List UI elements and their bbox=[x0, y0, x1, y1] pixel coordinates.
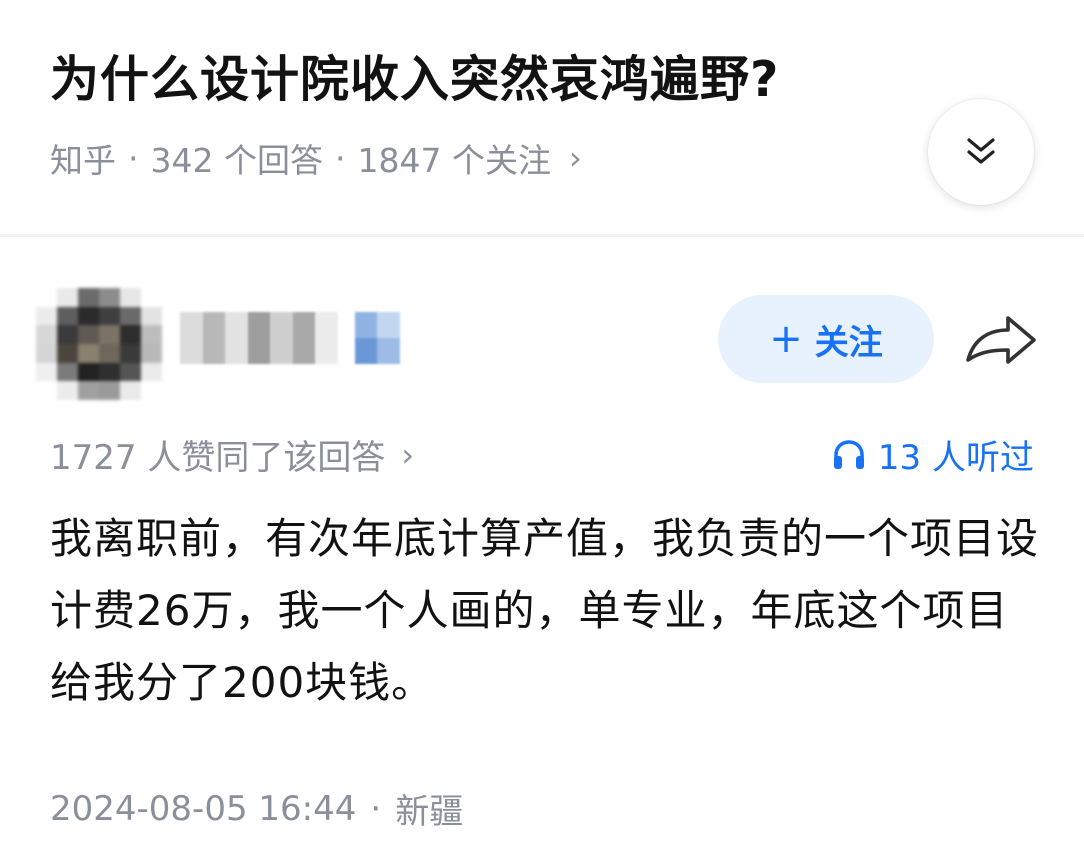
source-label: 知乎 bbox=[50, 141, 116, 180]
expand-button[interactable] bbox=[928, 99, 1034, 205]
headphones-icon bbox=[833, 439, 864, 469]
header-divider bbox=[0, 234, 1084, 237]
follow-button[interactable]: + 关注 bbox=[718, 295, 934, 383]
listen-summary[interactable]: 13 人听过 bbox=[832, 430, 1034, 479]
plus-icon: + bbox=[769, 316, 803, 362]
answer-datetime: 2024-08-05 16:44 bbox=[50, 788, 357, 829]
likes-summary[interactable]: 1727 人赞同了该回答 › bbox=[50, 430, 414, 479]
author-name[interactable] bbox=[180, 312, 400, 364]
listen-count: 13 人听过 bbox=[877, 438, 1034, 478]
chevron-right-icon: › bbox=[401, 435, 415, 474]
chevrons-down-icon bbox=[967, 138, 995, 164]
chevron-right-icon: › bbox=[568, 139, 582, 177]
question-meta[interactable]: 知乎 · 342 个回答 · 1847 个关注 › bbox=[50, 134, 582, 182]
question-title[interactable]: 为什么设计院收入突然哀鸿遍野? bbox=[50, 40, 779, 111]
meta-separator: · bbox=[334, 138, 346, 178]
author-row: + 关注 bbox=[0, 270, 1084, 410]
share-arrow-icon[interactable] bbox=[964, 310, 1038, 370]
meta-separator: · bbox=[128, 138, 139, 178]
answer-count: 342 个回答 bbox=[150, 141, 323, 180]
answer-content[interactable]: 我离职前，有次年底计算产值，我负责的一个项目设计费26万，我一个人画的，单专业，… bbox=[50, 503, 1040, 719]
likes-count: 1727 人赞同了该回答 bbox=[50, 438, 386, 478]
meta-separator: · bbox=[370, 788, 382, 829]
answer-footer: 2024-08-05 16:44 · 新疆 bbox=[50, 784, 463, 833]
avatar[interactable] bbox=[36, 288, 162, 400]
follow-label: 关注 bbox=[814, 322, 883, 363]
follow-count: 1847 个关注 bbox=[357, 141, 551, 180]
question-header: 为什么设计院收入突然哀鸿遍野? 知乎 · 342 个回答 · 1847 个关注 … bbox=[0, 0, 1084, 234]
answer-location: 新疆 bbox=[395, 792, 464, 832]
